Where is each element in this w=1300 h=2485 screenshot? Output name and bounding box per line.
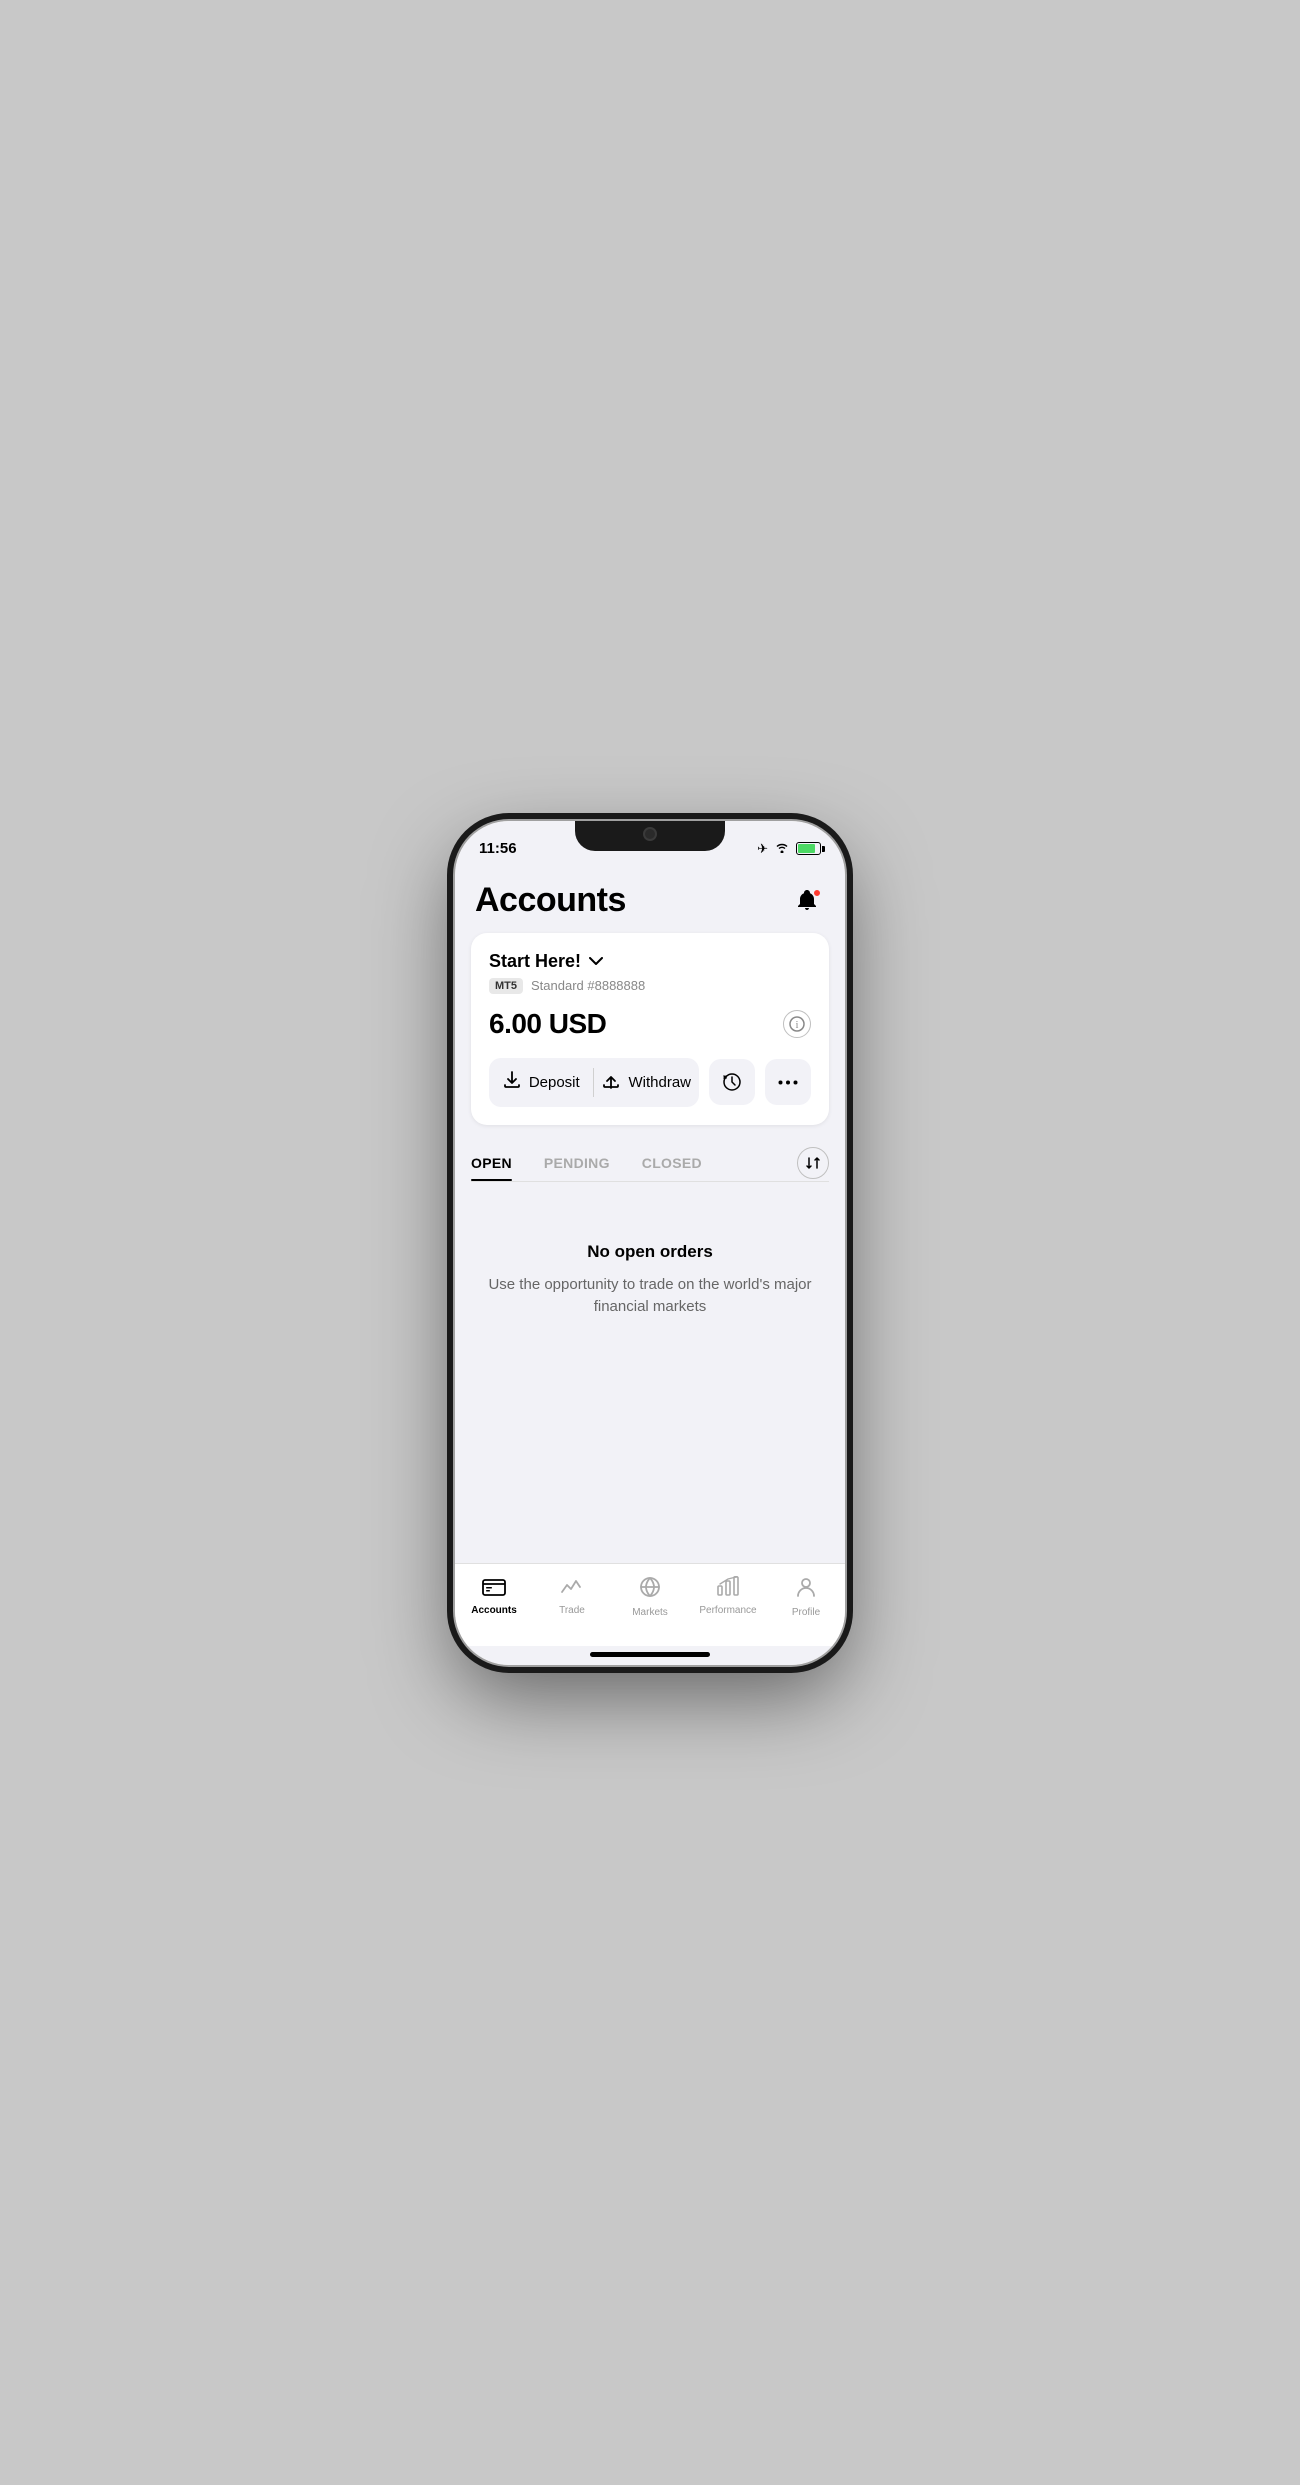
wifi-icon <box>774 841 790 856</box>
page-title: Accounts <box>475 881 626 920</box>
balance-amount: 6.00 USD <box>489 1008 606 1040</box>
nav-item-accounts[interactable]: Accounts <box>455 1572 533 1620</box>
markets-icon <box>639 1576 661 1604</box>
account-meta: MT5 Standard #8888888 <box>489 978 811 994</box>
account-card: Start Here! MT5 Standard #8888888 6.00 U… <box>471 933 829 1125</box>
nav-item-performance[interactable]: Performance <box>689 1572 767 1620</box>
nav-label-markets: Markets <box>632 1607 668 1618</box>
trade-icon <box>560 1576 584 1602</box>
nav-label-accounts: Accounts <box>471 1605 517 1616</box>
empty-state: No open orders Use the opportunity to tr… <box>455 1182 845 1359</box>
notification-badge <box>813 889 821 897</box>
home-indicator <box>590 1652 710 1657</box>
account-number: Standard #8888888 <box>531 978 645 993</box>
bottom-nav: Accounts Trade <box>455 1563 845 1646</box>
sort-button[interactable] <box>797 1147 829 1179</box>
account-name: Start Here! <box>489 951 581 972</box>
status-icons: ✈ <box>757 841 821 857</box>
chevron-down-icon <box>589 953 603 969</box>
tab-pending[interactable]: PENDING <box>528 1145 626 1181</box>
performance-icon <box>716 1576 740 1602</box>
tab-open[interactable]: OPEN <box>471 1145 528 1181</box>
empty-title: No open orders <box>475 1242 825 1262</box>
nav-label-trade: Trade <box>559 1605 585 1616</box>
account-selector[interactable]: Start Here! <box>489 951 811 972</box>
balance-row: 6.00 USD i <box>489 1008 811 1040</box>
tab-closed[interactable]: CLOSED <box>626 1145 718 1181</box>
airplane-icon: ✈ <box>757 841 768 857</box>
deposit-label: Deposit <box>529 1074 580 1091</box>
withdraw-button[interactable]: Withdraw <box>594 1058 699 1107</box>
status-time: 11:56 <box>479 840 517 857</box>
withdraw-label: Withdraw <box>628 1074 691 1091</box>
nav-item-profile[interactable]: Profile <box>767 1572 845 1622</box>
main-content: Accounts Start Here! <box>455 865 845 1563</box>
battery-icon <box>796 842 821 855</box>
nav-label-performance: Performance <box>699 1605 756 1616</box>
action-buttons: Deposit Withdraw <box>489 1058 811 1107</box>
tabs-section: OPEN PENDING CLOSED <box>455 1145 845 1182</box>
accounts-icon <box>482 1576 506 1602</box>
deposit-icon <box>503 1071 521 1094</box>
svg-text:i: i <box>796 1020 799 1031</box>
mt5-badge: MT5 <box>489 978 523 994</box>
nav-item-trade[interactable]: Trade <box>533 1572 611 1620</box>
phone-frame: 11:56 ✈ Accounts <box>455 821 845 1665</box>
history-button[interactable] <box>709 1059 755 1105</box>
notch <box>575 821 725 851</box>
nav-item-markets[interactable]: Markets <box>611 1572 689 1622</box>
tabs-list: OPEN PENDING CLOSED <box>471 1145 718 1181</box>
more-button[interactable] <box>765 1059 811 1105</box>
info-button[interactable]: i <box>783 1010 811 1038</box>
profile-icon <box>795 1576 817 1604</box>
tabs-header: OPEN PENDING CLOSED <box>471 1145 829 1181</box>
withdraw-icon <box>602 1071 620 1094</box>
notification-button[interactable] <box>789 885 825 921</box>
header: Accounts <box>455 873 845 933</box>
deposit-button[interactable]: Deposit <box>489 1058 593 1107</box>
screen: 11:56 ✈ Accounts <box>455 821 845 1665</box>
nav-label-profile: Profile <box>792 1607 820 1618</box>
empty-subtitle: Use the opportunity to trade on the worl… <box>475 1274 825 1319</box>
deposit-withdraw-group: Deposit Withdraw <box>489 1058 699 1107</box>
